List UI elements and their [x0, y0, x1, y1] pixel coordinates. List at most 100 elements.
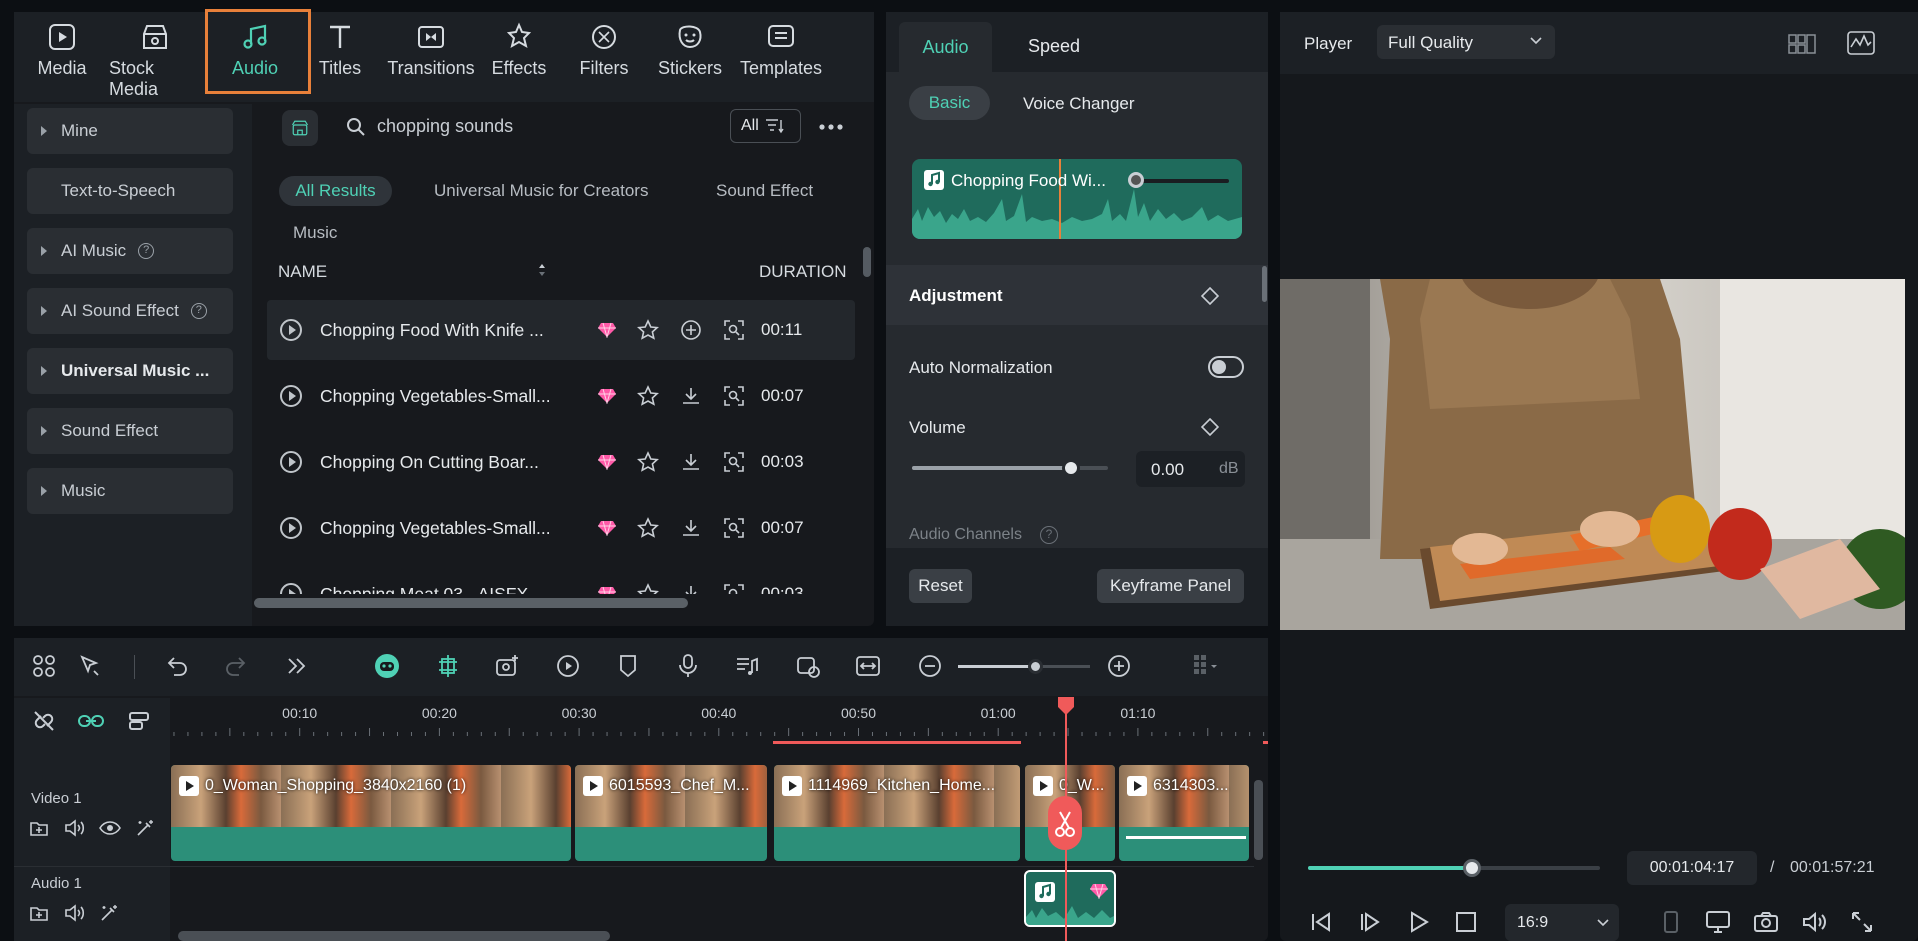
tab-transitions[interactable]: Transitions	[385, 22, 477, 86]
scope-icon[interactable]	[1847, 31, 1875, 55]
snapshot-icon[interactable]	[1753, 910, 1779, 934]
play-preview-icon[interactable]	[280, 385, 302, 407]
favorite-star-icon[interactable]	[637, 583, 659, 594]
horizontal-scrollbar[interactable]	[254, 598, 688, 608]
zoom-in-icon[interactable]	[1106, 653, 1134, 681]
list-item[interactable]: Chopping On Cutting Boar... 00:03	[267, 432, 855, 492]
find-similar-icon[interactable]	[723, 583, 745, 594]
track-manager-icon[interactable]	[126, 708, 152, 734]
ai-image-icon[interactable]	[494, 653, 522, 681]
ai-video-icon[interactable]	[795, 653, 823, 681]
filter-chip-universal[interactable]: Universal Music for Creators	[434, 181, 648, 201]
sidebar-item-music[interactable]: Music	[27, 468, 233, 514]
ai-copilot-icon[interactable]	[374, 653, 402, 681]
marker-icon[interactable]	[615, 653, 643, 681]
select-tool-icon[interactable]	[77, 653, 105, 681]
aspect-ratio-dropdown[interactable]: 16:9	[1505, 904, 1619, 941]
list-item[interactable]: Chopping Meat 03 - AISFX 00:03	[267, 564, 855, 594]
timeline-settings-icon[interactable]	[1191, 653, 1219, 681]
timeline-hscrollbar[interactable]	[178, 931, 610, 941]
zoom-out-icon[interactable]	[917, 653, 945, 681]
subtab-voice-changer[interactable]: Voice Changer	[1023, 94, 1135, 114]
help-icon[interactable]: ?	[138, 243, 155, 259]
search-input[interactable]: chopping sounds	[377, 116, 513, 137]
help-icon[interactable]: ?	[1040, 526, 1058, 544]
tab-audio[interactable]: Audio	[899, 22, 992, 72]
microphone-icon[interactable]	[675, 653, 703, 681]
help-icon[interactable]: ?	[190, 303, 207, 319]
filter-dropdown[interactable]: All	[730, 109, 801, 143]
find-similar-icon[interactable]	[723, 385, 745, 407]
playback-handle[interactable]	[1462, 859, 1481, 877]
volume-value-input[interactable]: 0.00 dB	[1136, 451, 1245, 487]
link-icon[interactable]	[77, 708, 105, 734]
subtab-basic[interactable]: Basic	[909, 86, 990, 120]
undo-icon[interactable]	[164, 653, 192, 681]
download-icon[interactable]	[680, 517, 702, 539]
add-folder-icon[interactable]	[29, 819, 49, 837]
favorite-star-icon[interactable]	[637, 451, 659, 473]
add-folder-icon[interactable]	[29, 904, 49, 922]
play-icon[interactable]	[1408, 911, 1430, 933]
zoom-slider[interactable]	[958, 659, 1090, 674]
stop-icon[interactable]	[1455, 911, 1477, 933]
tab-filters[interactable]: Filters	[558, 22, 650, 86]
favorite-star-icon[interactable]	[637, 385, 659, 407]
current-time-display[interactable]: 00:01:04:17	[1627, 851, 1757, 885]
find-similar-icon[interactable]	[723, 517, 745, 539]
redo-icon[interactable]	[223, 653, 251, 681]
download-icon[interactable]	[680, 451, 702, 473]
play-preview-icon[interactable]	[280, 319, 302, 341]
sidebar-item-text-to-speech[interactable]: Text-to-Speech	[27, 168, 233, 214]
keyframe-diamond-icon[interactable]	[1201, 287, 1219, 305]
find-similar-icon[interactable]	[723, 451, 745, 473]
list-item[interactable]: Chopping Vegetables-Small... 00:07	[267, 366, 855, 426]
video-clip[interactable]: 6015593_Chef_M...	[574, 764, 768, 862]
mute-icon[interactable]	[64, 904, 86, 922]
fit-timeline-icon[interactable]	[855, 653, 883, 681]
ai-enhance-icon[interactable]	[99, 903, 119, 923]
layout-icon[interactable]	[31, 653, 59, 681]
quality-dropdown[interactable]: Full Quality	[1377, 25, 1555, 59]
sidebar-item-mine[interactable]: Mine	[27, 108, 233, 154]
playback-progress[interactable]	[1308, 859, 1600, 877]
playhead-handle[interactable]	[1057, 697, 1075, 715]
favorite-star-icon[interactable]	[637, 319, 659, 341]
favorite-star-icon[interactable]	[637, 517, 659, 539]
video-clip[interactable]: 0_Woman_Shopping_3840x2160 (1)	[170, 764, 572, 862]
mute-icon[interactable]	[64, 819, 86, 837]
next-frame-icon[interactable]	[1359, 911, 1381, 933]
display-icon[interactable]	[1705, 910, 1731, 934]
video-clip[interactable]: 6314303...	[1118, 764, 1250, 862]
add-icon[interactable]	[680, 319, 702, 341]
grid-view-icon[interactable]	[1788, 33, 1816, 55]
sidebar-item-sound-effect[interactable]: Sound Effect	[27, 408, 233, 454]
list-scrollbar[interactable]	[863, 247, 871, 277]
previous-frame-icon[interactable]	[1310, 911, 1332, 933]
store-icon[interactable]	[282, 110, 318, 146]
tab-speed[interactable]: Speed	[1028, 36, 1080, 57]
column-duration-header[interactable]: DURATION	[759, 262, 847, 282]
filter-chip-sound-effect[interactable]: Sound Effect	[716, 181, 813, 201]
clip-volume-handle[interactable]	[1128, 172, 1144, 188]
tab-stickers[interactable]: Stickers	[644, 22, 736, 86]
tab-media[interactable]: Media	[16, 22, 108, 86]
play-preview-icon[interactable]	[280, 451, 302, 473]
list-item[interactable]: Chopping Vegetables-Small... 00:07	[267, 498, 855, 558]
timeline-vscrollbar[interactable]	[1254, 780, 1263, 860]
tab-templates[interactable]: Templates	[735, 22, 827, 86]
volume-slider[interactable]	[912, 459, 1108, 477]
fullscreen-icon[interactable]	[1850, 910, 1874, 934]
split-scissors-icon[interactable]	[1048, 796, 1082, 850]
auto-reframe-icon[interactable]	[555, 653, 583, 681]
video-clip[interactable]: 1114969_Kitchen_Home...	[773, 764, 1021, 862]
filter-chip-music[interactable]: Music	[293, 223, 337, 243]
sidebar-item-ai-music[interactable]: AI Music ?	[27, 228, 233, 274]
reset-button[interactable]: Reset	[909, 569, 972, 603]
sort-arrow-icon[interactable]	[537, 262, 547, 278]
time-ruler[interactable]: 00:10 00:20 00:30 00:40 00:50 01:00 01:10	[170, 698, 1268, 746]
tab-stock-media[interactable]: Stock Media	[109, 22, 201, 99]
play-preview-icon[interactable]	[280, 583, 302, 594]
download-icon[interactable]	[680, 385, 702, 407]
filter-chip-all-results[interactable]: All Results	[279, 176, 392, 206]
